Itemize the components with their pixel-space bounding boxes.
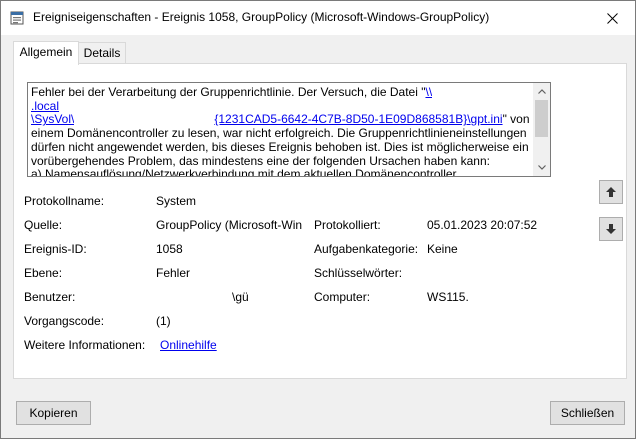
aufgabenkategorie-value: Keine	[427, 242, 458, 256]
weitere-informationen-label: Weitere Informationen:	[24, 338, 146, 352]
benutzer-label: Benutzer:	[24, 290, 76, 304]
description-scrollbar[interactable]	[533, 83, 550, 176]
scroll-up-button[interactable]	[533, 83, 550, 100]
redacted-computer	[470, 288, 562, 304]
close-button[interactable]: Schließen	[550, 401, 625, 425]
quelle-value: GroupPolicy (Microsoft-Win	[156, 218, 303, 232]
previous-event-button[interactable]	[599, 180, 623, 204]
tab-allgemein[interactable]: Allgemein	[13, 41, 79, 65]
description-line2-end: " von	[502, 112, 530, 127]
window-title: Ereigniseigenschaften - Ereignis 1058, G…	[33, 10, 490, 24]
chevron-up-icon	[537, 89, 546, 94]
benutzer-value: \gü	[232, 290, 249, 304]
computer-value: WS115.	[427, 290, 469, 304]
event-description-text: Fehler bei der Verarbeitung der Gruppenr…	[31, 85, 531, 177]
event-viewer-icon	[10, 11, 24, 25]
next-event-button[interactable]	[599, 217, 623, 241]
vorgangscode-value: (1)	[156, 314, 171, 328]
ereignis-id-value: 1058	[156, 242, 183, 256]
description-body: einem Domänencontroller zu lesen, war ni…	[31, 126, 529, 168]
quelle-label: Quelle:	[24, 218, 63, 232]
ereignis-id-label: Ereignis-ID:	[24, 242, 87, 256]
general-tab-panel: Fehler bei der Verarbeitung der Gruppenr…	[13, 63, 627, 379]
close-icon	[606, 12, 618, 24]
description-cause: a) Namensauflösung/Netzwerkverbindung mi…	[31, 167, 460, 177]
schluesselwoerter-label: Schlüsselwörter:	[314, 266, 403, 280]
scroll-down-button[interactable]	[533, 159, 550, 176]
copy-button[interactable]: Kopieren	[16, 401, 91, 425]
description-gpo-path: {1231CAD5-6642-4C7B-8D50-1E09D868581B}\g…	[214, 112, 503, 127]
ebene-label: Ebene:	[24, 266, 63, 280]
description-sysvol: \SysVol\	[31, 112, 75, 127]
description-domain-suffix: .local	[31, 98, 60, 113]
ebene-value: Fehler	[156, 266, 191, 280]
chevron-down-icon	[537, 165, 546, 170]
title-bar: Ereigniseigenschaften - Ereignis 1058, G…	[1, 1, 635, 35]
protokollname-label: Protokollname:	[24, 194, 105, 208]
computer-label: Computer:	[314, 290, 371, 304]
protokolliert-value: 05.01.2023 20:07:52	[427, 218, 538, 232]
redacted-user	[154, 288, 234, 304]
description-line1: Fehler bei der Verarbeitung der Gruppenr…	[31, 85, 426, 99]
protokolliert-label: Protokolliert:	[314, 218, 381, 232]
arrow-up-icon	[606, 187, 616, 197]
aufgabenkategorie-label: Aufgabenkategorie:	[314, 242, 419, 256]
tab-details[interactable]: Details	[78, 42, 126, 64]
onlinehilfe-link[interactable]: Onlinehilfe	[160, 338, 217, 352]
event-properties-window: Ereigniseigenschaften - Ereignis 1058, G…	[0, 0, 636, 439]
protokollname-value: System	[156, 194, 197, 208]
description-path-prefix: \\	[425, 85, 433, 99]
scroll-thumb[interactable]	[535, 100, 548, 137]
arrow-down-icon	[606, 224, 616, 234]
close-window-button[interactable]	[589, 1, 635, 35]
event-description-box[interactable]: Fehler bei der Verarbeitung der Gruppenr…	[27, 82, 551, 177]
vorgangscode-label: Vorgangscode:	[24, 314, 105, 328]
